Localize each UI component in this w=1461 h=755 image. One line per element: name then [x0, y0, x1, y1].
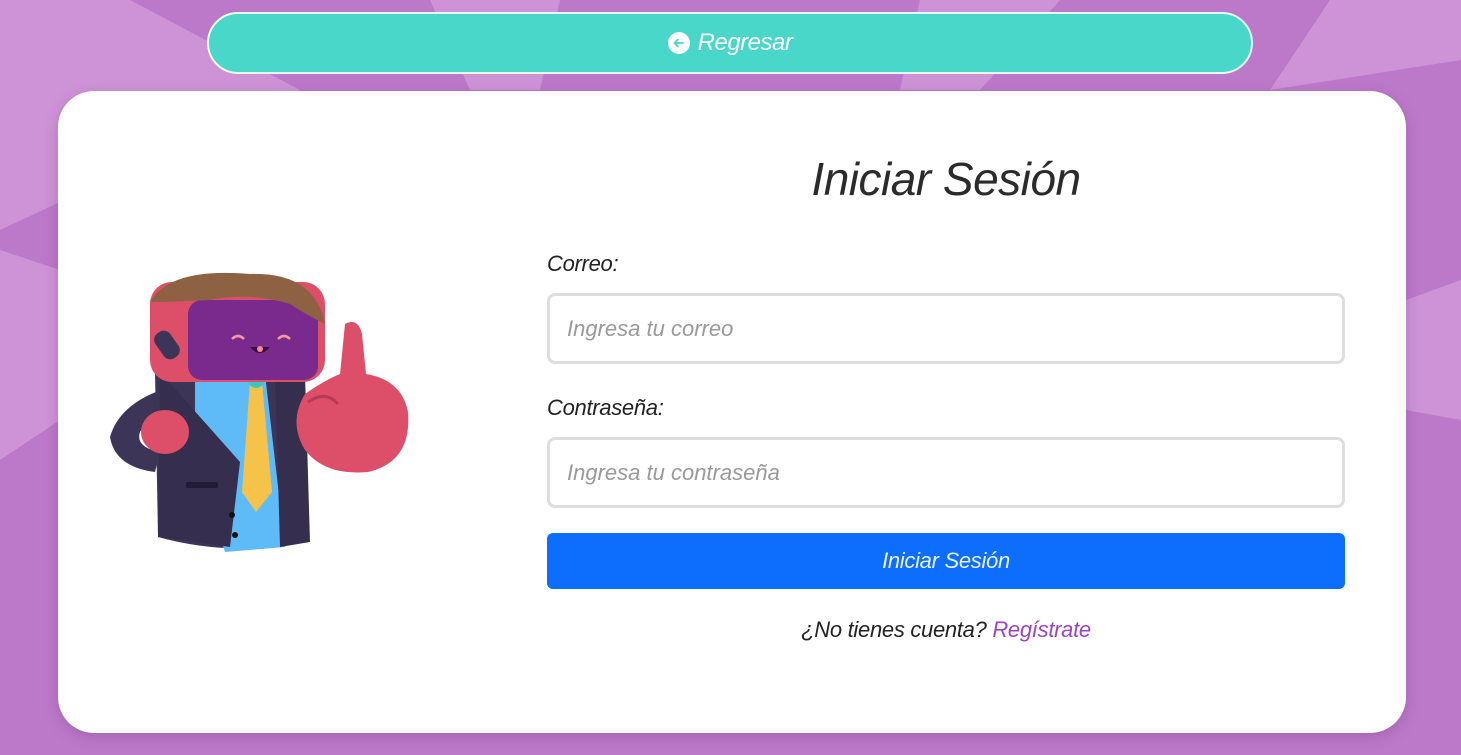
login-button[interactable]: Iniciar Sesión — [547, 533, 1345, 589]
email-label: Correo: — [547, 251, 619, 276]
back-button[interactable]: Regresar — [207, 12, 1253, 74]
password-label: Contraseña: — [547, 395, 664, 420]
password-field[interactable] — [547, 437, 1345, 508]
register-prompt: ¿No tienes cuenta? Regístrate — [547, 617, 1345, 643]
email-field[interactable] — [547, 293, 1345, 364]
register-link[interactable]: Regístrate — [992, 617, 1091, 642]
page-title: Iniciar Sesión — [811, 153, 1081, 205]
mascot-illustration — [110, 272, 409, 552]
register-prompt-text: ¿No tienes cuenta? — [801, 617, 987, 642]
arrow-left-circle-icon — [667, 32, 690, 54]
back-button-label: Regresar — [697, 29, 793, 56]
